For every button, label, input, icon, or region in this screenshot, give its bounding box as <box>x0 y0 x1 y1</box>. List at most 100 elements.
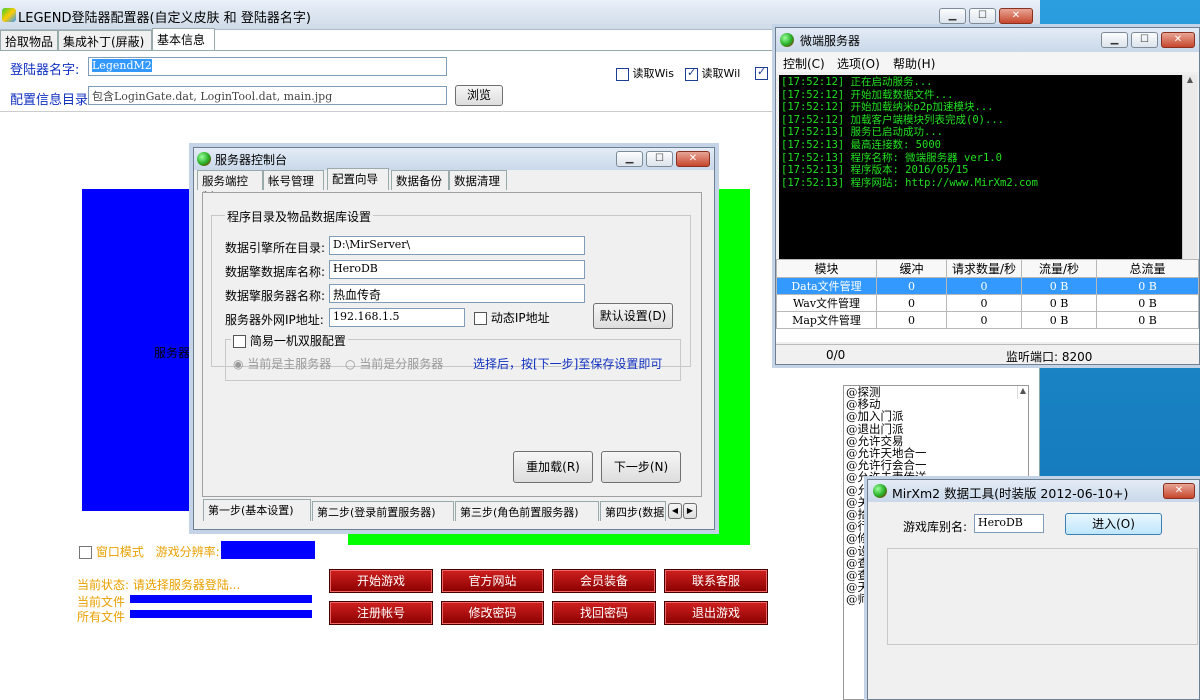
official-site-button[interactable]: 官方网站 <box>441 569 544 593</box>
console-title: 服务器控制台 <box>215 153 288 167</box>
tab-pickup-items[interactable]: 拾取物品 <box>0 30 58 50</box>
read-wis-option[interactable]: 读取Wis <box>616 65 674 81</box>
db-name-input[interactable]: HeroDB <box>329 260 585 279</box>
tab-patches[interactable]: 集成补丁(屏蔽) <box>58 30 152 50</box>
log-line: [17:52:13] 程序版本: 2016/05/15 <box>781 164 969 177</box>
menu-help[interactable]: 帮助(H) <box>893 55 935 72</box>
table-row[interactable]: Map文件管理 0 0 0 B0 B <box>776 311 1199 329</box>
list-item[interactable]: @退出门派 <box>846 422 1026 434</box>
browse-button[interactable]: 浏览 <box>455 85 503 106</box>
listen-port: 监听端口: 8200 <box>1006 350 1093 364</box>
read-wil-checkbox[interactable] <box>685 66 698 81</box>
main-title-bar[interactable]: LEGEND登陆器配置器(自定义皮肤 和 登陆器名字) ▁ ☐ ✕ <box>0 0 1040 30</box>
server-name-input[interactable]: 热血传奇 <box>329 284 585 303</box>
col-traffic[interactable]: 流量/秒 <box>1021 259 1097 278</box>
tab-step-3[interactable]: 第三步(角色前置服务器) <box>455 501 599 521</box>
close-icon[interactable]: ✕ <box>999 8 1033 24</box>
enter-button[interactable]: 进入(O) <box>1065 513 1162 535</box>
tab-step-4[interactable]: 第四步(数据 <box>600 501 666 521</box>
module-table-area: 模块 缓冲 请求数量/秒 流量/秒 总流量 Data文件管理 0 0 0 B0 B W… <box>776 259 1199 342</box>
datatool-app-icon <box>873 484 887 498</box>
console-close-icon[interactable]: ✕ <box>676 151 710 167</box>
read-wis-checkbox[interactable] <box>616 67 629 81</box>
launcher-name-input[interactable]: LegendM2 <box>88 57 447 76</box>
tab-step-2[interactable]: 第二步(登录前置服务器) <box>312 501 454 521</box>
maximize-icon[interactable]: ☐ <box>969 8 996 24</box>
log-line: [17:52:12] 正在启动服务... <box>781 76 933 88</box>
reload-button[interactable]: 重加载(R) <box>513 451 593 483</box>
window-mode-checkbox[interactable] <box>79 546 92 559</box>
engine-dir-label: 数据引擎所在目录: <box>225 241 326 255</box>
tab-basic-info[interactable]: 基本信息 <box>152 28 215 50</box>
datatool-title: MirXm2 数据工具(时装版 2012-06-10+) <box>892 486 1129 501</box>
config-dir-label: 配置信息目录 <box>10 93 89 108</box>
micro-close-icon[interactable]: ✕ <box>1161 32 1195 48</box>
minimize-icon[interactable]: ▁ <box>939 8 966 24</box>
default-settings-button[interactable]: 默认设置(D) <box>593 303 673 329</box>
member-gear-button[interactable]: 会员装备 <box>552 569 656 593</box>
read-extra-checkbox[interactable] <box>755 65 768 80</box>
console-title-bar[interactable]: 服务器控制台 ▁ ☐ ✕ <box>194 148 714 170</box>
tab-data-backup[interactable]: 数据备份 <box>391 170 449 190</box>
preview-green-bottom <box>348 528 750 545</box>
list-item[interactable]: @加入门派 <box>846 410 1026 422</box>
step-scroll-right-icon[interactable]: ▶ <box>683 503 697 519</box>
datatool-title-bar[interactable]: MirXm2 数据工具(时装版 2012-06-10+) ✕ <box>868 480 1199 502</box>
micro-title-bar[interactable]: 微端服务器 ▁ ☐ ✕ <box>776 28 1199 52</box>
start-game-button[interactable]: 开始游戏 <box>329 569 433 593</box>
col-requests[interactable]: 请求数量/秒 <box>946 259 1022 278</box>
micro-app-icon <box>780 33 794 47</box>
menu-options[interactable]: 选项(O) <box>837 55 880 72</box>
config-dir-input[interactable]: 包含LoginGate.dat, LoginTool.dat, main.jpg <box>88 86 447 105</box>
micro-maximize-icon[interactable]: ☐ <box>1131 32 1158 48</box>
tab-data-cleanup[interactable]: 数据清理 <box>449 170 507 190</box>
log-scroll-up-icon[interactable]: ▲ <box>1183 75 1197 84</box>
table-row[interactable]: Wav文件管理 0 0 0 B0 B <box>776 294 1199 312</box>
server-partial-label: 服务器 <box>154 346 191 360</box>
table-row[interactable]: Data文件管理 0 0 0 B0 B <box>776 277 1199 295</box>
current-file-progress <box>130 595 312 603</box>
change-password-button[interactable]: 修改密码 <box>441 601 544 625</box>
wizard-hint: 选择后，按[下一步]至保存设置即可 <box>473 357 663 371</box>
col-buffer[interactable]: 缓冲 <box>876 259 947 278</box>
tab-server-control[interactable]: 服务端控制 <box>197 170 263 204</box>
log-line: [17:52:13] 程序网站: http://www.MirXm2.com <box>781 176 1038 189</box>
micro-minimize-icon[interactable]: ▁ <box>1101 32 1128 48</box>
all-files-progress <box>130 610 312 618</box>
dynamic-ip-option[interactable]: 动态IP地址 <box>474 309 550 326</box>
read-wil-option[interactable]: 读取Wil <box>685 65 740 81</box>
step-scroll-left-icon[interactable]: ◀ <box>668 503 682 519</box>
table-header-row: 模块 缓冲 请求数量/秒 流量/秒 总流量 <box>776 259 1199 278</box>
tab-account-management[interactable]: 帐号管理 <box>263 170 324 190</box>
window-mode-option[interactable]: 窗口模式 游戏分辨率: <box>79 543 220 560</box>
micro-title: 微端服务器 <box>800 34 861 48</box>
resolution-select[interactable] <box>221 541 315 559</box>
tab-config-wizard[interactable]: 配置向导 <box>327 168 389 190</box>
console-maximize-icon[interactable]: ☐ <box>646 151 673 167</box>
radio-sub-server[interactable]: ○ 当前是分服务器 <box>345 355 443 372</box>
contact-support-button[interactable]: 联系客服 <box>664 569 768 593</box>
exit-game-button[interactable]: 退出游戏 <box>664 601 768 625</box>
col-module[interactable]: 模块 <box>776 259 877 278</box>
app-icon <box>2 8 16 22</box>
register-button[interactable]: 注册帐号 <box>329 601 433 625</box>
menu-control[interactable]: 控制(C) <box>783 55 825 72</box>
dynamic-ip-checkbox[interactable] <box>474 312 487 325</box>
next-step-button[interactable]: 下一步(N) <box>601 451 681 483</box>
list-scroll-up-icon[interactable]: ▲ <box>1017 386 1028 399</box>
tab-step-1[interactable]: 第一步(基本设置) <box>203 499 311 521</box>
console-minimize-icon[interactable]: ▁ <box>616 151 643 167</box>
public-ip-input[interactable]: 192.168.1.5 <box>329 308 465 327</box>
db-name-label: 数据擎数据库名称: <box>225 265 326 279</box>
log-line: [17:52:13] 服务已启动成功... <box>781 126 944 139</box>
datatool-panel <box>887 548 1198 645</box>
dual-server-option[interactable]: 简易一机双服配置 <box>231 332 348 349</box>
dual-server-checkbox[interactable] <box>233 335 246 348</box>
radio-main-server[interactable]: ◉ 当前是主服务器 <box>233 355 331 372</box>
engine-dir-input[interactable]: D:\MirServer\ <box>329 236 585 255</box>
alias-input[interactable]: HeroDB <box>974 514 1044 533</box>
col-total[interactable]: 总流量 <box>1096 259 1199 278</box>
log-scrollbar[interactable]: ▲ ▼ <box>1182 75 1197 285</box>
recover-password-button[interactable]: 找回密码 <box>552 601 656 625</box>
datatool-close-icon[interactable]: ✕ <box>1163 483 1195 499</box>
